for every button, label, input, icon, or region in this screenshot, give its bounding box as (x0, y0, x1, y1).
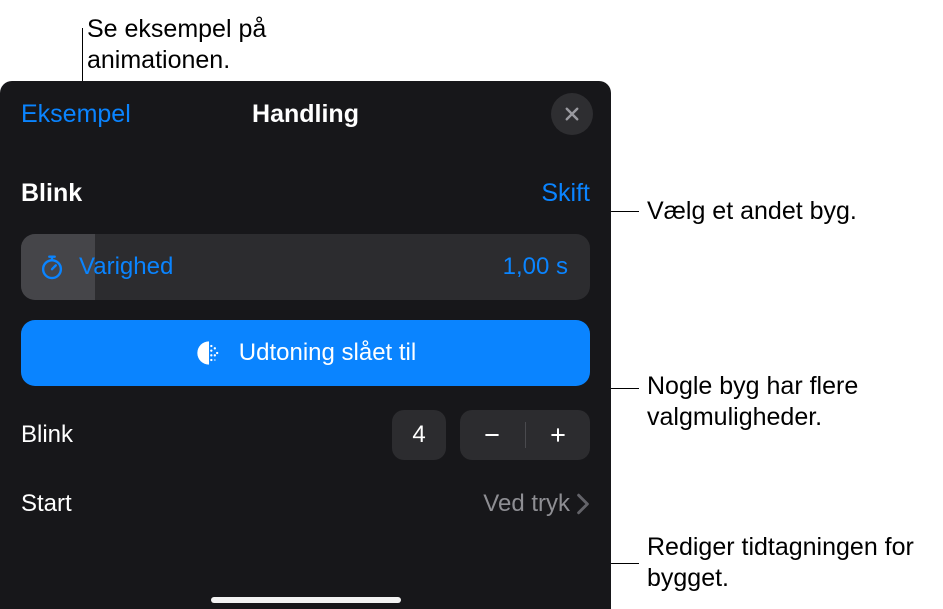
count-row: Blink 4 (21, 410, 590, 460)
plus-icon (548, 425, 568, 445)
callout-preview: Se eksempel på animationen. (87, 14, 337, 77)
fade-icon (195, 339, 223, 367)
duration-slider[interactable]: Varighed 1,00 s (21, 234, 590, 300)
start-row[interactable]: Start Ved tryk (21, 490, 590, 518)
increment-button[interactable] (526, 410, 591, 460)
callout-change-effect: Vælg et andet byg. (647, 196, 857, 227)
count-label: Blink (21, 421, 73, 449)
chevron-right-icon (576, 493, 590, 515)
effect-row: Blink Skift (21, 179, 590, 208)
home-indicator (211, 597, 401, 603)
panel-header: Eksempel Handling (0, 81, 611, 147)
count-stepper (460, 410, 590, 460)
fade-toggle-button[interactable]: Udtoning slået til (21, 320, 590, 386)
callout-edit-timing: Rediger tidtagningen for bygget. (647, 532, 937, 595)
animation-panel: Eksempel Handling Blink Skift Varighed 1… (0, 81, 611, 609)
panel-title: Handling (252, 100, 359, 129)
start-value: Ved tryk (483, 490, 570, 518)
decrement-button[interactable] (460, 410, 525, 460)
close-button[interactable] (551, 93, 593, 135)
callout-more-options: Nogle byg har flere valgmuligheder. (647, 371, 877, 434)
fade-toggle-label: Udtoning slået til (239, 339, 416, 367)
minus-icon (482, 425, 502, 445)
close-icon (563, 105, 581, 123)
duration-value: 1,00 s (503, 253, 568, 281)
stopwatch-icon (39, 254, 65, 280)
count-value: 4 (392, 410, 446, 460)
start-value-group: Ved tryk (483, 490, 590, 518)
change-effect-button[interactable]: Skift (541, 179, 590, 208)
preview-button[interactable]: Eksempel (21, 100, 131, 129)
start-label: Start (21, 490, 72, 518)
duration-label: Varighed (79, 253, 173, 281)
effect-name: Blink (21, 179, 82, 208)
